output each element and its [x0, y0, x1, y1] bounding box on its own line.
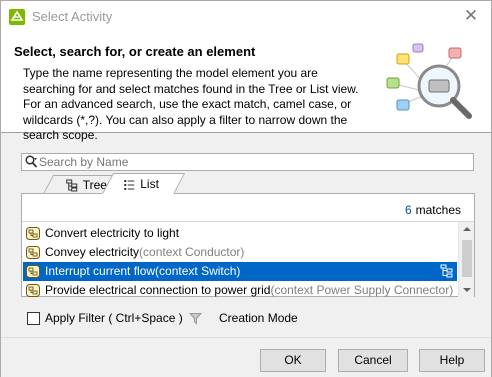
app-logo-icon	[9, 9, 25, 25]
close-button[interactable]: ✕	[457, 4, 485, 28]
help-button[interactable]: Help	[419, 349, 485, 372]
search-input[interactable]	[39, 154, 469, 170]
list-view-icon	[123, 179, 135, 196]
match-count-label: matches	[415, 203, 461, 217]
results-panel: 6 matches Convert electricity to light Co…	[21, 193, 475, 297]
view-tabs: Tree List	[21, 173, 475, 194]
list-item-context: (context Conductor)	[139, 245, 245, 259]
button-bar: OK Cancel Help	[1, 337, 491, 377]
tab-list-label: List	[140, 177, 159, 191]
results-list[interactable]: Convert electricity to light Convey elec…	[22, 221, 474, 297]
list-item-selected[interactable]: Interrupt current flow(context Switch)	[23, 262, 457, 281]
vertical-scrollbar[interactable]	[458, 222, 474, 297]
cancel-button[interactable]: Cancel	[338, 349, 408, 372]
match-count: 6 matches	[405, 203, 461, 217]
ok-button[interactable]: OK	[260, 349, 326, 372]
scroll-up-icon[interactable]	[463, 227, 471, 231]
funnel-icon	[188, 312, 203, 328]
dialog-header: Select, search for, or create an element…	[1, 32, 491, 142]
list-item-name: Interrupt current flow	[45, 264, 156, 278]
select-activity-dialog: Select Activity ✕ Select, search for, or…	[0, 0, 492, 377]
apply-filter-checkbox[interactable]	[27, 312, 40, 325]
list-item-name: Convert electricity to light	[45, 226, 180, 240]
search-icon	[25, 155, 38, 172]
search-field[interactable]	[21, 153, 474, 171]
apply-filter-label[interactable]: Apply Filter ( Ctrl+Space )	[45, 311, 183, 325]
creation-mode-label: Creation Mode	[219, 311, 298, 325]
header-description: Type the name representing the model ele…	[23, 66, 359, 143]
list-item-context: (context Power Supply Connector)	[270, 283, 454, 297]
list-item[interactable]: Convert electricity to light	[23, 224, 457, 243]
list-item[interactable]: Convey electricity(context Conductor)	[23, 243, 457, 262]
list-item-name: Provide electrical connection to power g…	[45, 283, 271, 297]
list-item-context: (context Switch)	[155, 264, 241, 278]
activity-icon	[25, 283, 41, 297]
scroll-down-icon[interactable]	[463, 288, 471, 292]
list-item-name: Convey electricity	[45, 245, 140, 259]
scrollbar-thumb[interactable]	[462, 240, 472, 277]
window-title: Select Activity	[32, 9, 113, 24]
title-bar: Select Activity ✕	[1, 1, 491, 32]
list-item[interactable]: Provide electrical connection to power g…	[23, 281, 457, 297]
tab-list[interactable]: List	[102, 173, 186, 196]
search-illustration-icon	[383, 42, 481, 124]
match-count-number: 6	[404, 203, 412, 217]
header-title: Select, search for, or create an element	[14, 44, 256, 59]
